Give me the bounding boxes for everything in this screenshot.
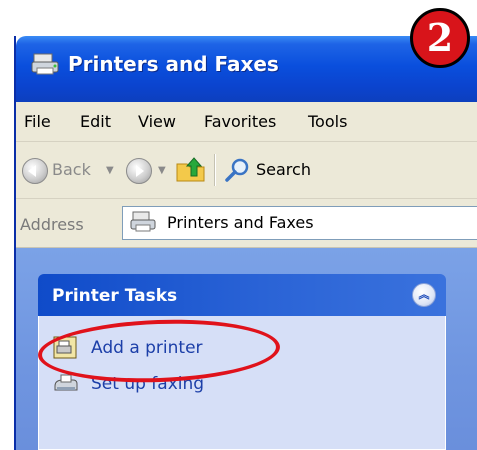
step-number-badge: 2	[410, 8, 470, 68]
collapse-chevron-icon[interactable]: ︽	[412, 283, 436, 307]
title-bar[interactable]: Printers and Faxes	[16, 36, 477, 102]
back-button[interactable]: Back	[52, 160, 91, 179]
printer-tasks-header[interactable]: Printer Tasks ︽	[38, 274, 446, 316]
window-title: Printers and Faxes	[68, 52, 279, 76]
forward-button[interactable]	[126, 158, 152, 184]
search-icon[interactable]	[224, 156, 252, 184]
address-value: Printers and Faxes	[167, 213, 314, 232]
back-arrow-icon[interactable]	[22, 158, 48, 184]
menu-favorites[interactable]: Favorites	[204, 112, 276, 131]
printer-folder-icon	[31, 53, 59, 75]
menu-view[interactable]: View	[138, 112, 176, 131]
printer-tasks-title: Printer Tasks	[52, 286, 178, 306]
search-button[interactable]: Search	[256, 160, 311, 179]
back-dropdown-icon[interactable]: ▼	[106, 165, 114, 176]
menu-bar: File Edit View Favorites Tools	[16, 102, 477, 142]
menu-edit[interactable]: Edit	[80, 112, 111, 131]
address-bar: Address Printers and Faxes	[16, 199, 477, 248]
explorer-window: Printers and Faxes File Edit View Favori…	[14, 36, 477, 450]
address-label: Address	[20, 215, 84, 234]
menu-tools[interactable]: Tools	[308, 112, 347, 131]
up-folder-icon[interactable]	[174, 154, 208, 184]
toolbar: Back ▼ ▼ Search	[16, 142, 477, 199]
forward-dropdown-icon[interactable]: ▼	[158, 165, 166, 176]
address-field[interactable]: Printers and Faxes	[122, 206, 477, 240]
printer-folder-icon	[130, 211, 156, 232]
menu-file[interactable]: File	[24, 112, 51, 131]
toolbar-separator	[214, 154, 216, 186]
